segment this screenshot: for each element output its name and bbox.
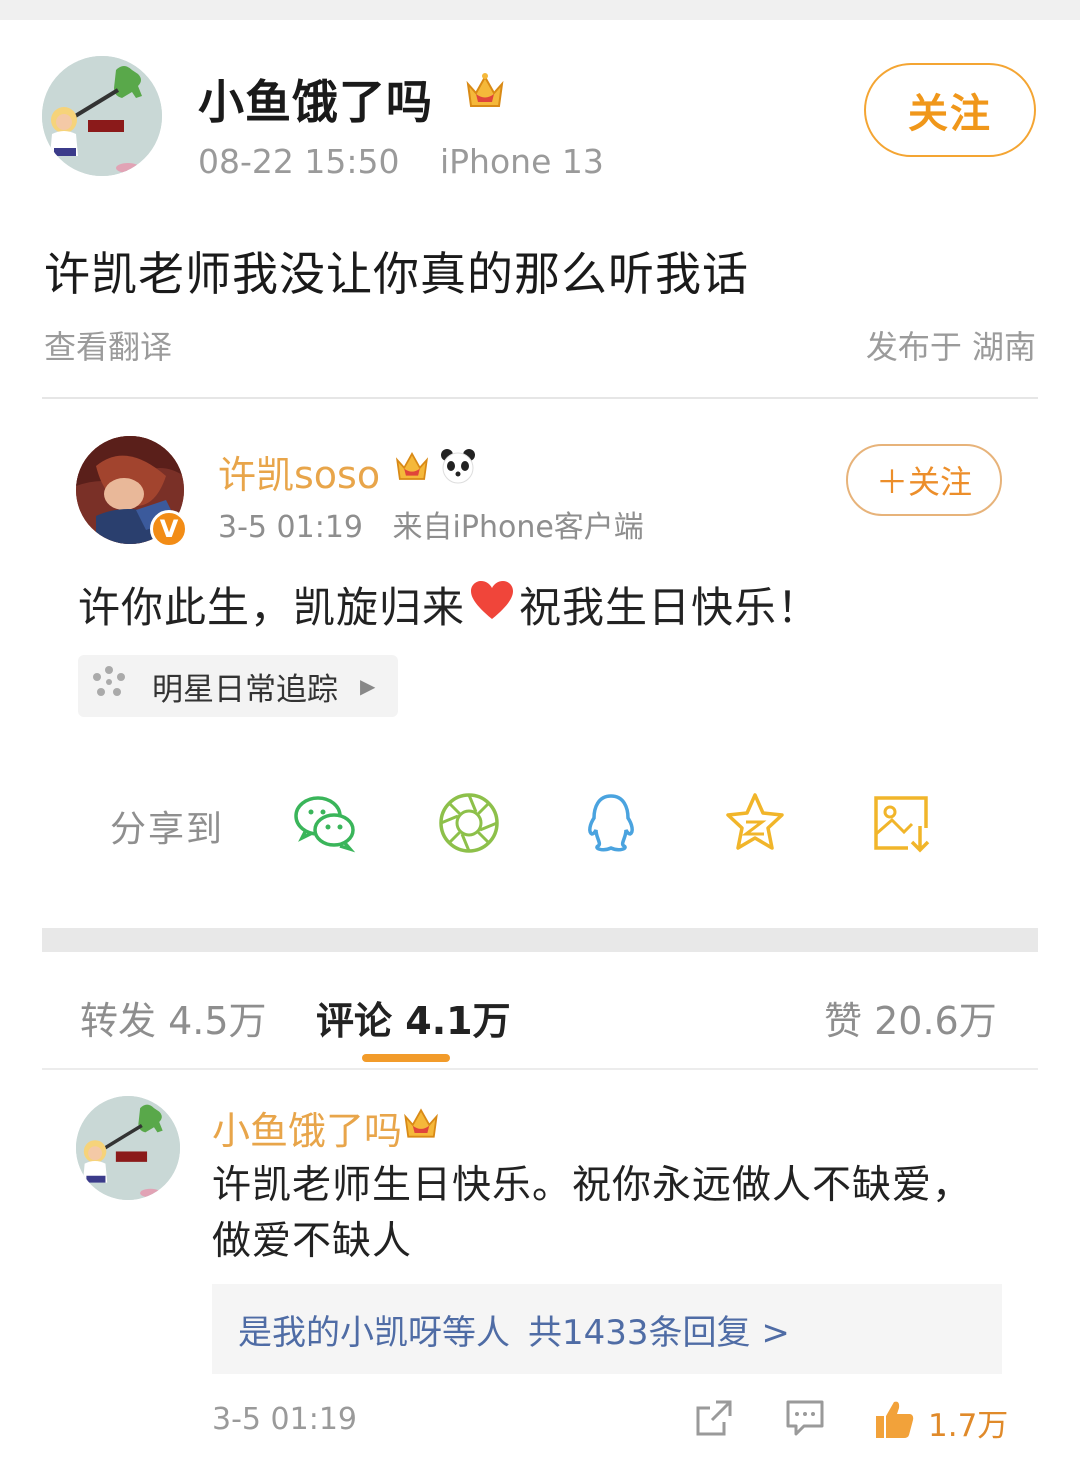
quoted-post-meta: 3-5 01:19 来自iPhone客户端 — [218, 502, 644, 546]
quoted-text-part-2: 祝我生日快乐！ — [519, 583, 821, 632]
topic-label: 明星日常追踪 — [152, 671, 338, 708]
quoted-author-badges — [392, 446, 478, 490]
save-image-icon[interactable] — [868, 790, 934, 856]
comment-text: 许凯老师生日快乐。祝你永远做人不缺爱，做爱不缺人 — [212, 1163, 973, 1264]
chevron-right-icon: ▶ — [360, 674, 376, 698]
translate-link[interactable]: 查看翻译 — [44, 322, 172, 368]
status-bar-strip — [0, 0, 1080, 20]
post-text: 许凯老师我没让你真的那么听我话 — [44, 247, 749, 301]
author-name[interactable]: 小鱼饿了吗 — [198, 66, 433, 132]
quoted-post-time: 3-5 01:19 — [218, 510, 363, 545]
post-device: iPhone 13 — [439, 142, 604, 181]
comment-label: 评论 — [316, 999, 393, 1043]
comment-count: 4.1万 — [405, 999, 511, 1043]
crown-icon — [400, 1102, 442, 1148]
quoted-post-source: 来自iPhone客户端 — [392, 510, 644, 545]
commenter-name[interactable]: 小鱼饿了吗 — [212, 1100, 402, 1155]
quoted-author-name[interactable]: 许凯soso — [218, 444, 380, 499]
tab-likes[interactable]: 赞 20.6万 — [824, 990, 997, 1045]
tab-repost[interactable]: 转发 4.5万 — [80, 990, 267, 1045]
tab-comments[interactable]: 评论 4.1万 — [316, 990, 511, 1045]
qq-icon[interactable] — [578, 790, 644, 856]
replies-preview[interactable]: 是我的小凯呀等人 共1433条回复 > — [212, 1284, 1002, 1374]
topic-chip[interactable]: 明星日常追踪 ▶ — [78, 655, 398, 717]
commenter-avatar[interactable] — [76, 1096, 180, 1200]
heart-icon — [469, 579, 515, 631]
post-time: 08-22 15:50 — [198, 142, 400, 181]
section-separator — [42, 928, 1038, 952]
follow-button[interactable]: 关注 — [864, 63, 1036, 157]
comment-like-count: 1.7万 — [928, 1408, 1009, 1444]
quoted-post-text: 许你此生，凯旋归来 祝我生日快乐！ — [78, 574, 820, 635]
like-label: 赞 — [824, 999, 863, 1043]
author-avatar[interactable] — [42, 56, 162, 176]
topic-icon — [92, 665, 126, 707]
replies-count: 共1433条回复 > — [528, 1312, 790, 1353]
like-count-total: 20.6万 — [874, 999, 997, 1043]
wechat-icon[interactable] — [292, 790, 358, 856]
comment-time: 3-5 01:19 — [212, 1402, 357, 1437]
thumbs-up-icon[interactable] — [872, 1398, 916, 1444]
crown-icon — [462, 68, 508, 118]
replies-users: 是我的小凯呀等人 — [238, 1312, 510, 1353]
crown-icon — [392, 446, 432, 490]
share-label: 分享到 — [110, 809, 225, 850]
moments-icon[interactable] — [436, 790, 502, 856]
quoted-text-part-1: 许你此生，凯旋归来 — [78, 583, 466, 632]
active-tab-indicator — [362, 1054, 450, 1062]
post-meta: 08-22 15:50 iPhone 13 — [198, 142, 604, 181]
panda-icon — [438, 446, 478, 490]
reply-comment-icon[interactable] — [784, 1398, 826, 1442]
verified-badge: V — [150, 510, 188, 548]
qzone-icon[interactable] — [722, 790, 788, 856]
divider — [42, 1068, 1038, 1070]
share-comment-icon[interactable] — [694, 1398, 734, 1442]
repost-count: 4.5万 — [168, 999, 267, 1043]
quoted-follow-button[interactable]: ＋关注 — [846, 444, 1002, 516]
repost-label: 转发 — [80, 999, 157, 1043]
post-location: 发布于 湖南 — [865, 328, 1036, 366]
